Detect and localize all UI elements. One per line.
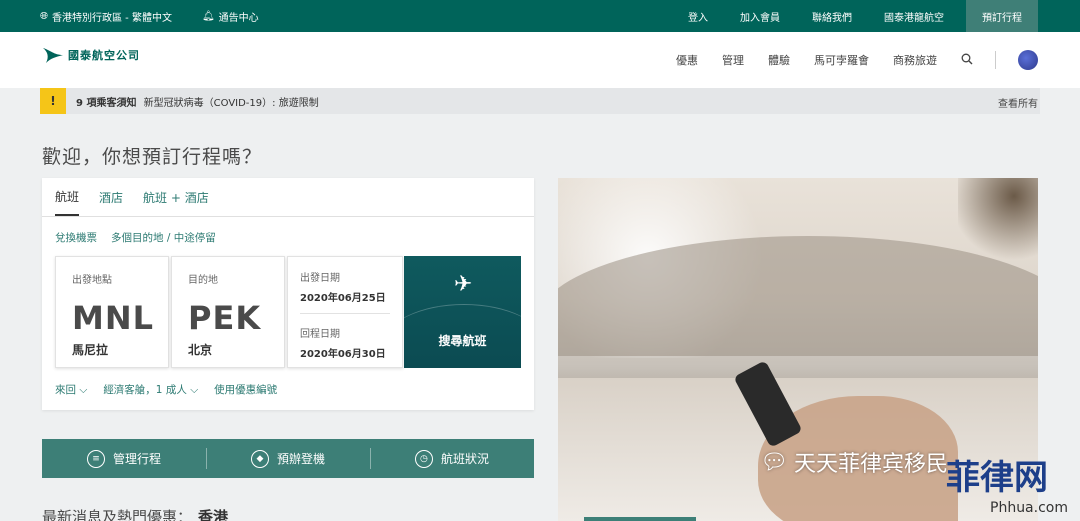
watermark-logo: 菲律网 bbox=[946, 458, 1048, 498]
view-all-link[interactable]: 查看所有 bbox=[998, 95, 1038, 110]
multi-city-link[interactable]: 多個目的地 / 中途停留 bbox=[111, 230, 216, 245]
tab-flights[interactable]: 航班 bbox=[55, 178, 80, 216]
booking-sublinks: 兌換機票 多個目的地 / 中途停留 bbox=[55, 230, 216, 245]
destination-code: PEK bbox=[188, 299, 262, 337]
return-date-label: 回程日期 bbox=[300, 329, 340, 340]
destination-city: 北京 bbox=[188, 343, 213, 357]
cabin-passengers-select[interactable]: 經濟客艙，1 成人 ⌵ bbox=[103, 382, 198, 397]
top-utility-bar: 🌐︎ 香港特別行政區 - 繁體中文 🔔︎ 通告中心 登入 加入會員 聯絡我們 國… bbox=[0, 0, 1080, 32]
ticket-icon: ◆ bbox=[250, 449, 269, 468]
top-bar-left: 🌐︎ 香港特別行政區 - 繁體中文 🔔︎ 通告中心 bbox=[40, 0, 259, 32]
contact-us-link[interactable]: 聯絡我們 bbox=[796, 0, 868, 32]
join-member-link[interactable]: 加入會員 bbox=[724, 0, 796, 32]
manage-booking-label: 管理行程 bbox=[112, 452, 161, 466]
logo-text: 國泰航空公司 bbox=[68, 49, 140, 62]
top-bar-right: 登入 加入會員 聯絡我們 國泰港龍航空 預訂行程 bbox=[672, 0, 1038, 32]
notice-text[interactable]: 9 項乘客須知 新型冠狀病毒（COVID-19）: 旅遊限制 bbox=[76, 94, 319, 109]
travel-notice-bar: ! 9 項乘客須知 新型冠狀病毒（COVID-19）: 旅遊限制 查看所有 bbox=[40, 88, 1040, 114]
main-header: 國泰航空公司 優惠 管理 體驗 馬可孛羅會 商務旅遊 bbox=[0, 32, 1080, 88]
globe-icon: 🌐︎ bbox=[40, 10, 48, 22]
news-region[interactable]: 香港 bbox=[198, 508, 228, 521]
check-in-label: 預辦登機 bbox=[276, 452, 325, 466]
brushwing-logo-icon bbox=[43, 48, 63, 63]
notice-count: 9 項乘客須知 bbox=[76, 97, 137, 109]
manage-booking-button[interactable]: ≡ 管理行程 bbox=[42, 439, 206, 478]
alerts-label: 通告中心 bbox=[218, 12, 259, 24]
cathay-dragon-link[interactable]: 國泰港龍航空 bbox=[868, 0, 960, 32]
search-icon[interactable] bbox=[949, 53, 985, 68]
warning-icon: ! bbox=[40, 88, 66, 114]
notice-message: 新型冠狀病毒（COVID-19）: 旅遊限制 bbox=[143, 97, 319, 109]
nav-experience[interactable]: 體驗 bbox=[756, 52, 802, 68]
destination-field[interactable]: 目的地 PEK 北京 bbox=[171, 256, 285, 368]
watermark-site: Phhua.com bbox=[990, 500, 1068, 516]
carousel-indicator[interactable] bbox=[584, 517, 696, 521]
welcome-heading: 歡迎，你想預訂行程嗎？ bbox=[42, 146, 263, 168]
brand-logo[interactable]: 國泰航空公司 bbox=[42, 46, 140, 64]
flight-status-button[interactable]: ◷ 航班狀況 bbox=[370, 439, 534, 478]
flight-status-label: 航班狀況 bbox=[440, 452, 489, 466]
document-icon: ≡ bbox=[86, 449, 105, 468]
tabs-divider bbox=[42, 216, 534, 217]
origin-code: MNL bbox=[72, 299, 155, 337]
search-flights-button[interactable]: ✈ 搜尋航班 bbox=[404, 256, 521, 368]
nav-divider bbox=[995, 51, 996, 69]
origin-city: 馬尼拉 bbox=[72, 343, 109, 357]
nav-offers[interactable]: 優惠 bbox=[664, 52, 710, 68]
destination-label: 目的地 bbox=[188, 275, 218, 286]
login-link[interactable]: 登入 bbox=[672, 0, 724, 32]
depart-date-label: 出發日期 bbox=[300, 273, 340, 284]
bell-icon: 🔔︎ bbox=[201, 10, 215, 22]
return-date-value: 2020年06月30日 bbox=[300, 349, 386, 360]
nav-marco-polo[interactable]: 馬可孛羅會 bbox=[802, 52, 881, 68]
news-label: 最新消息及熱門優惠： bbox=[42, 508, 193, 521]
trip-type-label: 來回 bbox=[55, 384, 76, 396]
trip-type-select[interactable]: 來回 ⌵ bbox=[55, 382, 87, 397]
watermark-text: 天天菲律宾移民 bbox=[793, 452, 948, 477]
dates-field[interactable]: 出發日期 2020年06月25日 回程日期 2020年06月30日 bbox=[287, 256, 403, 368]
cabin-passengers-label: 經濟客艙，1 成人 bbox=[103, 384, 187, 396]
origin-field[interactable]: 出發地點 MNL 馬尼拉 bbox=[55, 256, 169, 368]
promo-code-link[interactable]: 使用優惠編號 bbox=[214, 382, 277, 397]
booking-tabs: 航班 酒店 航班 + 酒店 bbox=[55, 178, 209, 216]
nav-manage[interactable]: 管理 bbox=[710, 52, 756, 68]
quick-actions-bar: ≡ 管理行程 ◆ 預辦登機 ◷ 航班狀況 bbox=[42, 439, 534, 478]
wechat-watermark: 💬︎ 天天菲律宾移民 bbox=[760, 446, 948, 478]
region-selector[interactable]: 🌐︎ 香港特別行政區 - 繁體中文 bbox=[40, 9, 172, 24]
region-label: 香港特別行政區 - 繁體中文 bbox=[52, 12, 172, 24]
tab-flight-hotel[interactable]: 航班 + 酒店 bbox=[143, 178, 209, 216]
search-flights-label: 搜尋航班 bbox=[438, 334, 487, 348]
main-nav: 優惠 管理 體驗 馬可孛羅會 商務旅遊 bbox=[664, 32, 1038, 88]
origin-label: 出發地點 bbox=[72, 275, 112, 286]
book-trip-button[interactable]: 預訂行程 bbox=[966, 0, 1038, 32]
oneworld-icon[interactable] bbox=[1018, 50, 1038, 70]
alerts-link[interactable]: 🔔︎ 通告中心 bbox=[202, 9, 259, 24]
hero-foliage bbox=[958, 178, 1038, 268]
clock-icon: ◷ bbox=[414, 449, 433, 468]
depart-date-value: 2020年06月25日 bbox=[300, 293, 386, 304]
nav-business-travel[interactable]: 商務旅遊 bbox=[881, 52, 949, 68]
tab-hotels[interactable]: 酒店 bbox=[99, 178, 123, 216]
dates-divider bbox=[300, 313, 390, 314]
redeem-flights-link[interactable]: 兌換機票 bbox=[55, 230, 97, 245]
check-in-button[interactable]: ◆ 預辦登機 bbox=[206, 439, 370, 478]
airplane-icon: ✈ bbox=[454, 272, 473, 297]
chevron-down-icon: ⌵ bbox=[190, 384, 199, 396]
trip-options: 來回 ⌵ 經濟客艙，1 成人 ⌵ 使用優惠編號 bbox=[55, 382, 277, 397]
booking-widget: 航班 酒店 航班 + 酒店 兌換機票 多個目的地 / 中途停留 出發地點 MNL… bbox=[42, 178, 534, 410]
wechat-icon: 💬︎ bbox=[760, 449, 788, 475]
chevron-down-icon: ⌵ bbox=[79, 384, 88, 396]
news-heading: 最新消息及熱門優惠： 香港 bbox=[42, 506, 228, 521]
